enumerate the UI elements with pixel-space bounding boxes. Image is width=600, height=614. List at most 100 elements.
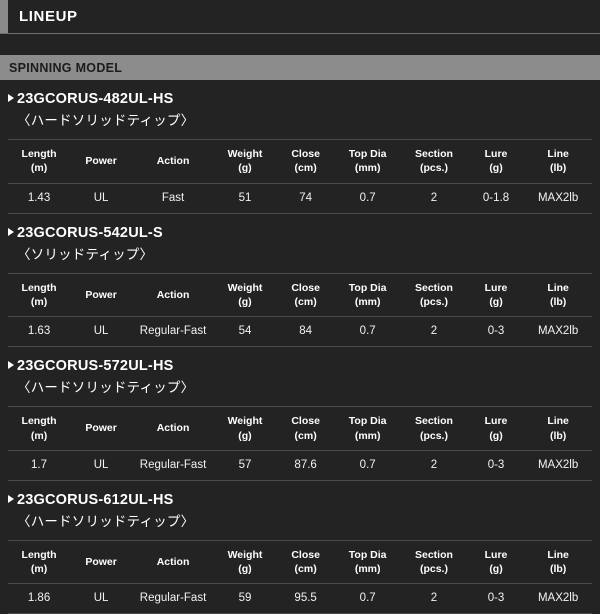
column-header-top-dia: Top Dia (mm) [335, 272, 401, 318]
cell-length: 1.86 [8, 583, 71, 614]
column-header-line: Line (lb) [524, 139, 592, 184]
column-header-length: Length (m) [8, 139, 71, 184]
cell-action: Regular-Fast [132, 450, 214, 481]
table-row: 1.86 UL Regular-Fast 59 95.5 0.7 2 0-3 MAX2lb [8, 583, 592, 614]
model-name: 23GCORUS-612UL-HS [17, 491, 174, 508]
column-header-label: Line [547, 415, 569, 428]
spec-table: Length (m) Power Action Weight (g) Close (cm) To… [8, 139, 592, 214]
column-header-close: Close (cm) [276, 139, 336, 184]
cell-power: UL [70, 316, 133, 348]
column-header-unit: (pcs.) [419, 563, 448, 576]
cell-top-dia: 0.7 [335, 450, 401, 481]
table-header-row: Length (m) Power Action Weight (g) Close (cm) To… [8, 272, 592, 318]
model-subtitle: 〈ハードソリッドティップ〉 [17, 113, 195, 129]
table-row: 1.63 UL Regular-Fast 54 84 0.7 2 0-3 MAX2lb [8, 316, 592, 348]
triangle-right-icon [8, 361, 14, 370]
column-header-label: Close [291, 415, 320, 428]
column-header-line: Line (lb) [524, 539, 592, 585]
column-header-section: Section (pcs.) [400, 139, 468, 184]
cell-lure: 0-3 [467, 316, 525, 348]
model-block: 23GCORUS-612UL-HS 〈ハードソリッドティップ〉 Length (m) P… [0, 481, 600, 614]
model-block: 23GCORUS-572UL-HS 〈ハードソリッドティップ〉 Length (m) P… [0, 347, 600, 481]
cell-power: UL [70, 583, 133, 614]
model-subtitle: 〈ハードソリッドティップ〉 [17, 513, 195, 529]
cell-length: 1.7 [8, 450, 71, 481]
cell-length: 1.63 [8, 316, 71, 348]
triangle-right-icon [8, 227, 14, 236]
lineup-header: LINEUP [0, 0, 600, 34]
column-header-weight: Weight (g) [213, 539, 276, 585]
column-header-unit: (g) [238, 563, 252, 576]
column-header-top-dia: Top Dia (mm) [335, 139, 401, 184]
section-header-spinning-model: SPINNING MODEL [0, 55, 600, 80]
column-header-action: Action [132, 272, 214, 318]
column-header-power: Power [70, 272, 133, 318]
column-header-unit: (pcs.) [419, 162, 448, 175]
cell-close: 95.5 [276, 583, 336, 614]
cell-action: Regular-Fast [132, 583, 214, 614]
model-name-row[interactable]: 23GCORUS-542UL-S [8, 224, 592, 241]
column-header-unit: (mm) [354, 563, 381, 576]
cell-weight: 51 [213, 183, 276, 214]
column-header-unit: (mm) [354, 295, 381, 308]
column-header-length: Length (m) [8, 539, 71, 585]
cell-power: UL [70, 450, 133, 481]
model-subtitle: 〈ハードソリッドティップ〉 [17, 380, 195, 396]
column-header-unit: (mm) [354, 162, 381, 175]
column-header-unit: (g) [238, 429, 252, 442]
column-header-line: Line (lb) [524, 406, 592, 451]
cell-line: MAX2lb [524, 183, 592, 214]
model-name-row[interactable]: 23GCORUS-482UL-HS [8, 91, 592, 107]
column-header-unit: (m) [30, 295, 48, 308]
model-name-row[interactable]: 23GCORUS-612UL-HS [8, 491, 592, 508]
table-row: 1.43 UL Fast 51 74 0.7 2 0-1.8 MAX2lb [8, 183, 592, 214]
cell-lure: 0-3 [467, 583, 525, 614]
model-name: 23GCORUS-572UL-HS [17, 358, 174, 375]
column-header-unit: (mm) [354, 429, 381, 442]
column-header-unit: (g) [489, 295, 503, 308]
column-header-power: Power [70, 539, 133, 585]
model-heading: 23GCORUS-612UL-HS 〈ハードソリッドティップ〉 [8, 481, 592, 530]
column-header-label: Power [85, 155, 117, 168]
cell-top-dia: 0.7 [335, 183, 401, 214]
model-name: 23GCORUS-482UL-HS [17, 91, 174, 107]
column-header-label: Weight [227, 548, 263, 561]
column-header-label: Top Dia [348, 281, 387, 294]
cell-length: 1.43 [8, 183, 71, 214]
column-header-unit: (pcs.) [419, 295, 448, 308]
model-subtitle: 〈ソリッドティップ〉 [17, 246, 154, 262]
column-header-top-dia: Top Dia (mm) [335, 406, 401, 451]
column-header-lure: Lure (g) [467, 272, 525, 318]
column-header-length: Length (m) [8, 272, 71, 318]
column-header-label: Length [21, 548, 57, 561]
cell-line: MAX2lb [524, 583, 592, 614]
column-header-power: Power [70, 406, 133, 451]
column-header-unit: (g) [238, 162, 252, 175]
column-header-lure: Lure (g) [467, 539, 525, 585]
column-header-label: Lure [484, 281, 508, 294]
table-header-row: Length (m) Power Action Weight (g) Close (cm) To… [8, 139, 592, 184]
column-header-label: Weight [227, 281, 263, 294]
model-heading: 23GCORUS-542UL-S 〈ソリッドティップ〉 [8, 214, 592, 263]
column-header-unit: (g) [489, 429, 503, 442]
column-header-action: Action [132, 406, 214, 451]
column-header-label: Power [85, 555, 117, 568]
column-header-close: Close (cm) [276, 272, 336, 318]
column-header-label: Section [414, 281, 453, 294]
column-header-label: Lure [484, 148, 508, 161]
column-header-label: Action [156, 555, 190, 568]
column-header-label: Power [85, 288, 117, 301]
column-header-lure: Lure (g) [467, 139, 525, 184]
cell-weight: 57 [213, 450, 276, 481]
model-name: 23GCORUS-542UL-S [17, 224, 163, 241]
triangle-right-icon [8, 94, 14, 102]
column-header-label: Section [414, 415, 453, 428]
column-header-line: Line (lb) [524, 272, 592, 318]
column-header-close: Close (cm) [276, 406, 336, 451]
column-header-label: Section [414, 548, 453, 561]
model-block: 23GCORUS-482UL-HS 〈ハードソリッドティップ〉 Length (m) P… [0, 80, 600, 214]
model-name-row[interactable]: 23GCORUS-572UL-HS [8, 358, 592, 375]
column-header-label: Line [547, 548, 569, 561]
column-header-unit: (cm) [294, 162, 317, 175]
column-header-unit: (m) [30, 162, 48, 175]
